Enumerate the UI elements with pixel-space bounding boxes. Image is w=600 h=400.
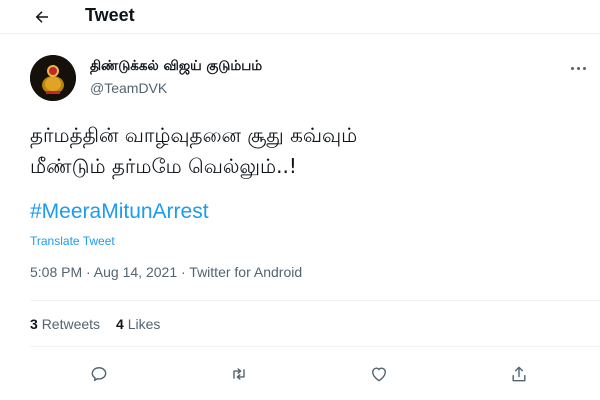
reply-button[interactable] <box>85 360 113 388</box>
divider <box>30 346 600 347</box>
avatar-image <box>30 55 76 101</box>
heart-icon <box>372 367 386 382</box>
like-button[interactable] <box>365 360 393 388</box>
tweet-stats: 3 Retweets 4 Likes <box>30 316 160 332</box>
reply-icon <box>91 367 107 382</box>
back-button[interactable] <box>28 4 56 30</box>
hashtag-link[interactable]: #MeeraMitunArrest <box>30 200 209 224</box>
tweet-source-link[interactable]: Twitter for Android <box>189 264 302 280</box>
likes-stat[interactable]: 4 Likes <box>116 316 160 332</box>
share-button[interactable] <box>505 360 533 388</box>
tweet-metadata: 5:08 PM · Aug 14, 2021 · Twitter for And… <box>30 264 302 280</box>
retweet-button[interactable] <box>225 360 253 388</box>
more-horizontal-icon <box>570 66 574 70</box>
likes-label: Likes <box>127 316 161 332</box>
tweet-text-line: மீண்டும் தர்மமே வெல்லும்..! <box>30 154 297 178</box>
page-header: Tweet <box>0 0 600 34</box>
more-options-button[interactable] <box>566 60 590 76</box>
arrow-left-icon <box>35 11 48 23</box>
author-handle[interactable]: @TeamDVK <box>90 80 167 96</box>
page-title: Tweet <box>85 5 135 25</box>
retweet-icon <box>233 368 245 380</box>
tweet-actions <box>0 360 600 388</box>
retweets-stat[interactable]: 3 Retweets <box>30 316 100 332</box>
tweet-timestamp[interactable]: 5:08 PM · Aug 14, 2021 · <box>30 264 189 280</box>
avatar[interactable] <box>30 55 76 101</box>
divider <box>30 300 600 301</box>
likes-count: 4 <box>116 316 124 332</box>
author-name[interactable]: திண்டுக்கல் விஜய் குடும்பம் <box>90 58 262 76</box>
retweets-label: Retweets <box>41 316 101 332</box>
translate-tweet-link[interactable]: Translate Tweet <box>30 234 115 248</box>
tweet-text: தர்மத்தின் வாழ்வுதனை சூது கவ்வும் மீண்டு… <box>30 120 580 182</box>
tweet-text-line: தர்மத்தின் வாழ்வுதனை சூது கவ்வும் <box>30 123 358 147</box>
retweets-count: 3 <box>30 316 38 332</box>
share-icon <box>512 366 526 382</box>
